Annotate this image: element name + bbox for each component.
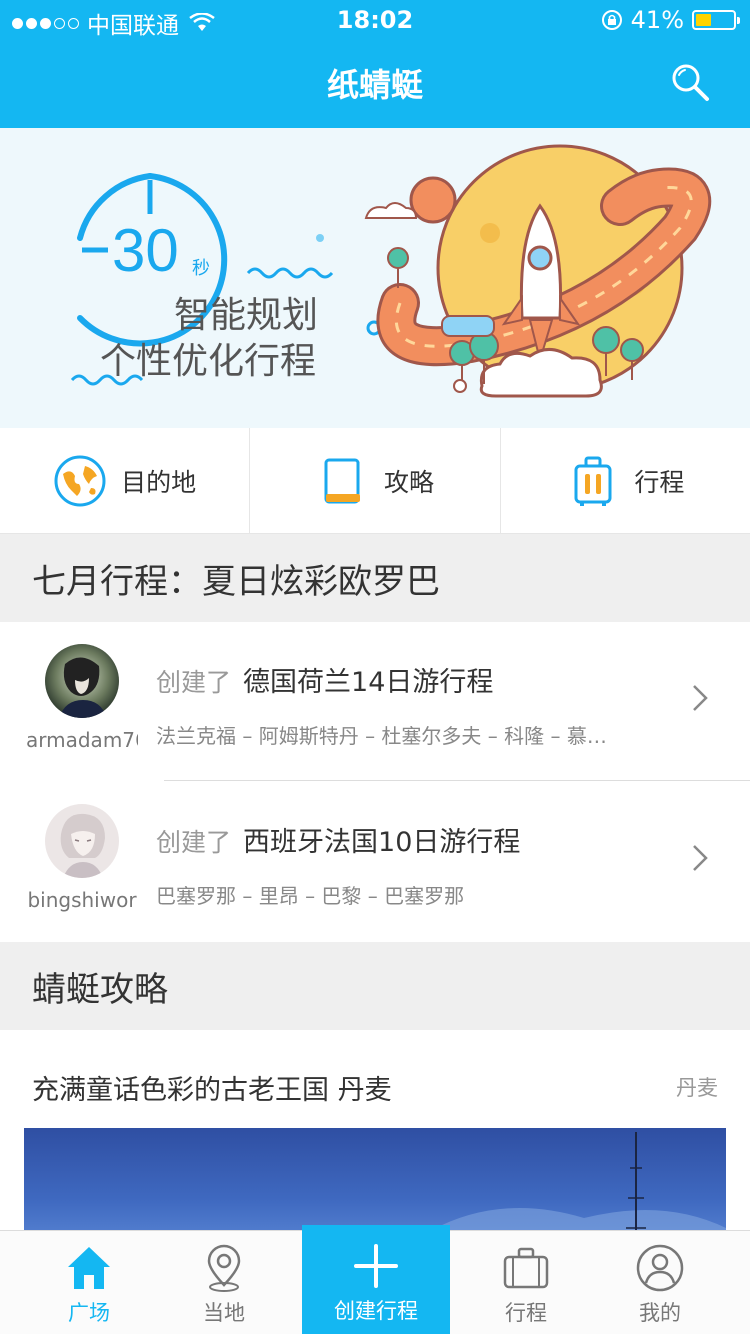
tab-square[interactable]: 广场 — [24, 1231, 154, 1334]
quick-nav-itinerary[interactable]: 行程 — [501, 428, 750, 533]
article-tag: 丹麦 — [676, 1076, 718, 1100]
banner-unit: 秒 — [192, 258, 210, 279]
article-card[interactable]: 充满童话色彩的古老王国 丹麦 丹麦 — [0, 1030, 750, 1230]
search-icon[interactable] — [670, 62, 710, 102]
chevron-right-icon — [693, 845, 708, 871]
tab-label: 广场 — [68, 1301, 110, 1325]
suitcase-icon — [503, 1247, 549, 1289]
promo-banner[interactable]: 30 秒 智能规划 个性优化行程 — [0, 128, 750, 428]
avatar[interactable] — [45, 804, 119, 878]
trip-route: 巴塞罗那 – 里昂 – 巴黎 – 巴塞罗那 — [156, 884, 465, 908]
banner-number: 30 — [112, 217, 179, 284]
battery-percent: 41% — [630, 6, 684, 34]
divider — [164, 780, 750, 781]
user-block[interactable]: bingshiwor — [26, 804, 138, 912]
tab-label: 创建行程 — [334, 1299, 418, 1323]
quick-nav-label: 行程 — [634, 467, 685, 497]
quick-nav-label: 攻略 — [383, 467, 434, 497]
tab-create-itinerary[interactable]: 创建行程 — [302, 1225, 450, 1334]
tab-itinerary[interactable]: 行程 — [461, 1231, 591, 1334]
trip-verb: 创建了 — [156, 828, 232, 857]
status-bar: 中国联通 18:02 41% — [0, 0, 750, 40]
suitcase-icon — [574, 456, 612, 506]
section-header-trips: 七月行程：夏日炫彩欧罗巴 — [0, 534, 750, 622]
trip-route: 法兰克福 – 阿姆斯特丹 – 杜塞尔多夫 – 科隆 – 慕… — [156, 724, 607, 748]
banner-line-1: 智能规划 — [174, 295, 319, 336]
globe-icon — [54, 455, 106, 506]
trip-title: 德国荷兰14日游行程 — [243, 667, 494, 698]
trip-row[interactable]: bingshiwor 创建了 西班牙法国10日游行程 巴塞罗那 – 里昂 – 巴黎… — [0, 782, 750, 940]
rotation-lock-icon — [601, 10, 622, 30]
article-title[interactable]: 充满童话色彩的古老王国 丹麦 — [32, 1068, 392, 1107]
quick-nav-destination[interactable]: 目的地 — [0, 428, 251, 533]
location-pin-icon — [207, 1244, 241, 1292]
quick-nav: 目的地 攻略 行程 — [0, 428, 750, 534]
tab-label: 我的 — [639, 1301, 681, 1325]
status-right: 41% — [601, 6, 740, 34]
username: bingshiwor — [27, 888, 137, 912]
tab-label: 当地 — [203, 1301, 245, 1325]
trip-row[interactable]: armadam76 创建了 德国荷兰14日游行程 法兰克福 – 阿姆斯特丹 – 杜… — [0, 622, 750, 780]
trip-verb: 创建了 — [156, 668, 232, 697]
tab-local[interactable]: 当地 — [159, 1231, 289, 1334]
tab-bar: 广场 当地 创建行程 行程 我的 — [0, 1225, 750, 1334]
home-icon — [68, 1247, 110, 1289]
banner-line-2: 个性优化行程 — [100, 341, 317, 382]
trip-heading: 创建了 西班牙法国10日游行程 — [156, 820, 520, 859]
user-icon — [636, 1244, 684, 1292]
quick-nav-guide[interactable]: 攻略 — [250, 428, 501, 533]
trip-heading: 创建了 德国荷兰14日游行程 — [156, 660, 493, 699]
quick-nav-label: 目的地 — [121, 467, 197, 497]
page-title: 纸蜻蜓 — [326, 66, 423, 104]
tab-mine[interactable]: 我的 — [595, 1231, 725, 1334]
article-image[interactable] — [24, 1128, 726, 1230]
section-header-guides: 蜻蜓攻略 — [0, 942, 750, 1030]
user-block[interactable]: armadam76 — [26, 644, 138, 752]
chevron-right-icon — [693, 685, 708, 711]
trip-title: 西班牙法国10日游行程 — [243, 827, 521, 858]
plus-icon — [354, 1244, 398, 1288]
username: armadam76 — [26, 728, 138, 752]
avatar[interactable] — [45, 644, 119, 718]
top-bar: 中国联通 18:02 41% 纸蜻蜓 — [0, 0, 750, 128]
battery-icon — [692, 10, 740, 30]
tab-label: 行程 — [505, 1301, 547, 1325]
book-icon — [324, 458, 360, 503]
